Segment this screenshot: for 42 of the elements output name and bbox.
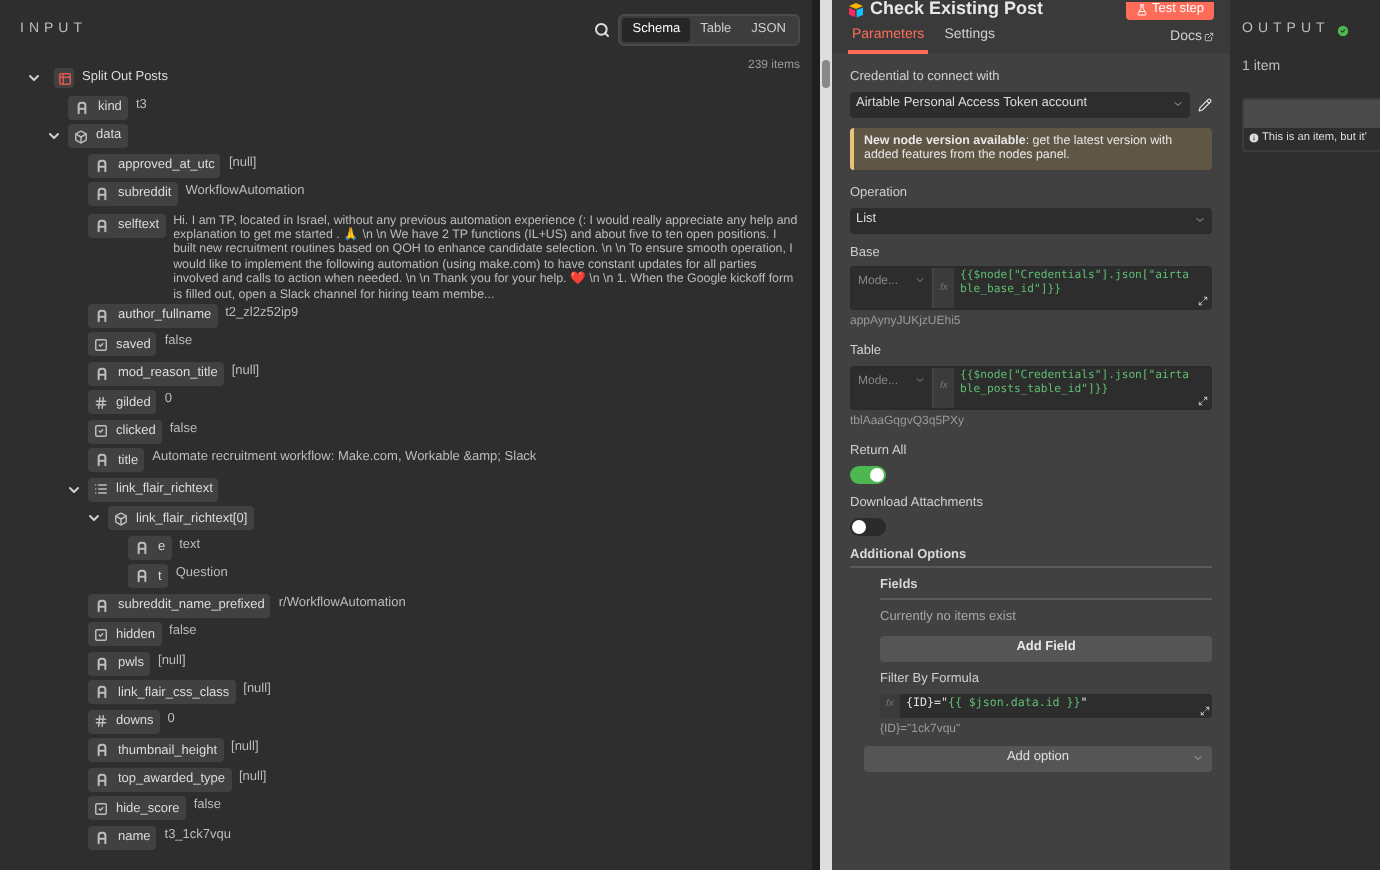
letter-a-icon	[94, 217, 110, 233]
chevron-down-icon[interactable]	[46, 128, 62, 144]
letter-a-icon	[94, 157, 110, 173]
list-icon	[94, 482, 108, 497]
letter-a-icon	[94, 452, 110, 469]
success-check-icon	[1335, 23, 1350, 37]
external-link-icon	[1204, 32, 1214, 43]
checkbox-icon	[94, 801, 108, 816]
letter-a-icon	[74, 99, 90, 115]
letter-a-icon	[94, 742, 110, 759]
letter-a-icon	[134, 568, 150, 585]
letter-a-icon	[94, 655, 110, 672]
letter-a-icon	[94, 771, 110, 788]
letter-a-icon	[94, 597, 110, 614]
letter-a-icon	[94, 829, 110, 846]
letter-a-icon	[94, 684, 110, 701]
toggle-switch[interactable]	[850, 517, 886, 535]
cube-icon	[74, 129, 88, 143]
edit-icon[interactable]	[1198, 97, 1212, 112]
chevron-down-icon	[1194, 214, 1206, 226]
search-icon[interactable]	[594, 22, 611, 38]
hash-icon	[94, 395, 108, 410]
chevron-down-icon	[1192, 752, 1204, 764]
checkbox-icon	[94, 627, 108, 642]
table-icon	[57, 71, 71, 85]
letter-a-icon	[94, 307, 110, 324]
scrollbar-thumb[interactable]	[822, 60, 830, 88]
node-title: Check Existing Post	[870, 0, 1044, 23]
checkbox-icon	[94, 424, 108, 439]
chevron-down-icon[interactable]	[26, 70, 42, 86]
info-icon	[1248, 132, 1260, 144]
letter-a-icon	[134, 539, 150, 556]
cube-icon	[114, 511, 128, 526]
letter-a-icon	[94, 365, 110, 382]
node-logo-icon	[848, 2, 864, 18]
flask-icon	[1135, 4, 1148, 16]
letter-a-icon	[94, 186, 110, 202]
hash-icon	[94, 714, 108, 729]
checkbox-icon	[94, 337, 108, 352]
chevron-down-icon	[1172, 98, 1184, 111]
expand-icon[interactable]	[1200, 705, 1210, 715]
toggle-switch[interactable]	[850, 465, 886, 484]
